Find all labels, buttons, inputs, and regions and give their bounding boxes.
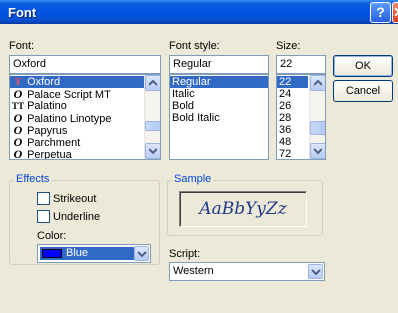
font-list-scrollbar[interactable] xyxy=(144,75,160,159)
font-list-item[interactable]: O Parchment xyxy=(10,136,160,149)
arrow-up-icon xyxy=(149,80,157,86)
scroll-up-button[interactable] xyxy=(310,75,325,91)
chevron-down-icon xyxy=(311,269,321,275)
font-dialog: Font ? ✕ Font: Oxford Ŧ OxfordO Palace S… xyxy=(0,0,398,313)
sample-preview: AaBbYyZz xyxy=(179,191,307,227)
font-list-item[interactable]: O Palace Script MT xyxy=(10,87,160,101)
style-list-item[interactable]: Regular xyxy=(170,76,268,88)
strikeout-checkbox[interactable] xyxy=(37,192,50,205)
font-list-item[interactable]: O Palatino Linotype xyxy=(10,112,160,125)
size-list-item[interactable]: 28 xyxy=(277,112,308,124)
arrow-down-icon xyxy=(149,148,157,154)
size-list-scrollbar[interactable] xyxy=(309,75,325,159)
list-item-label: Perpetua xyxy=(27,149,72,160)
size-list[interactable]: 22 24 26 28 36 48 72 xyxy=(276,74,326,160)
color-chip xyxy=(42,249,62,258)
font-list[interactable]: Ŧ Oxford O Palace Script MT TT Palatino O P… xyxy=(9,74,161,160)
font-list-item[interactable]: Ŧ Oxford xyxy=(10,76,160,88)
size-list-item[interactable]: 36 xyxy=(277,124,308,136)
list-item-label: 22 xyxy=(279,76,292,88)
script-value: Western xyxy=(173,265,214,277)
scroll-thumb[interactable] xyxy=(145,121,160,131)
style-list-item[interactable]: Bold Italic xyxy=(170,112,268,124)
underline-checkbox[interactable] xyxy=(37,210,50,223)
list-item-label: Bold xyxy=(172,100,195,112)
size-list-item[interactable]: 24 xyxy=(277,88,308,100)
list-item-label: 72 xyxy=(279,148,292,160)
color-value: Blue xyxy=(66,247,89,259)
close-icon: ✕ xyxy=(393,4,398,20)
color-dropdown-button[interactable] xyxy=(134,246,149,261)
font-list-item[interactable]: TT Palatino xyxy=(10,100,160,112)
cancel-button[interactable]: Cancel xyxy=(333,80,393,102)
script-dropdown-button[interactable] xyxy=(308,264,323,279)
strikeout-label: Strikeout xyxy=(53,193,97,205)
list-item-label: Palatino xyxy=(27,100,67,112)
list-item-label: 36 xyxy=(279,124,292,136)
ok-button[interactable]: OK xyxy=(333,55,393,77)
color-label: Color: xyxy=(37,230,67,242)
title-bar[interactable]: Font ? ✕ xyxy=(0,0,398,24)
style-input[interactable]: Regular xyxy=(169,55,269,74)
size-list-item[interactable]: 26 xyxy=(277,100,308,112)
scroll-down-button[interactable] xyxy=(310,143,325,159)
list-item-label: 24 xyxy=(279,88,292,100)
list-item-label: 28 xyxy=(279,112,292,124)
scroll-up-button[interactable] xyxy=(145,75,160,91)
window-title: Font xyxy=(8,5,37,20)
arrow-down-icon xyxy=(314,148,322,154)
help-button[interactable]: ? xyxy=(370,2,391,23)
opentype-icon: O xyxy=(13,87,23,101)
font-name-input[interactable]: Oxford xyxy=(9,55,161,74)
font-list-item[interactable]: O Papyrus xyxy=(10,124,160,137)
scroll-down-button[interactable] xyxy=(145,143,160,159)
style-label: Font style: xyxy=(169,40,220,52)
size-input[interactable]: 22 xyxy=(276,55,326,74)
scroll-thumb[interactable] xyxy=(310,121,325,135)
underline-label: Underline xyxy=(53,211,101,223)
close-button[interactable]: ✕ xyxy=(392,2,398,23)
sample-title: Sample xyxy=(172,173,214,185)
effects-title: Effects xyxy=(14,173,52,185)
size-label: Size: xyxy=(276,40,301,52)
style-value: Regular xyxy=(173,58,212,70)
list-item-label: Regular xyxy=(172,76,211,88)
size-value: 22 xyxy=(280,58,293,70)
arrow-up-icon xyxy=(314,80,322,86)
font-list-item[interactable]: O Perpetua xyxy=(10,147,160,160)
style-list-item[interactable]: Italic xyxy=(170,88,268,100)
help-icon: ? xyxy=(376,4,385,20)
script-select[interactable]: Western xyxy=(169,262,325,281)
style-list[interactable]: Regular Italic Bold Bold Italic xyxy=(169,74,269,160)
color-swatch: Blue xyxy=(40,247,134,260)
font-name-value: Oxford xyxy=(13,58,47,70)
list-item-label: 26 xyxy=(279,100,292,112)
list-item-label: Oxford xyxy=(27,76,61,88)
list-item-label: 48 xyxy=(279,136,292,148)
font-label: Font: xyxy=(9,40,35,52)
chevron-down-icon xyxy=(137,251,147,257)
size-list-item[interactable]: 72 xyxy=(277,148,308,160)
size-list-item[interactable]: 22 xyxy=(277,76,308,88)
sample-text: AaBbYyZz xyxy=(199,199,287,219)
list-item-label: Bold Italic xyxy=(172,112,220,124)
size-list-item[interactable]: 48 xyxy=(277,136,308,148)
style-list-item[interactable]: Bold xyxy=(170,100,268,112)
color-select[interactable]: Blue xyxy=(37,244,151,263)
script-label: Script: xyxy=(169,248,201,260)
list-item-label: Italic xyxy=(172,88,195,100)
opentype-icon: O xyxy=(13,147,23,160)
